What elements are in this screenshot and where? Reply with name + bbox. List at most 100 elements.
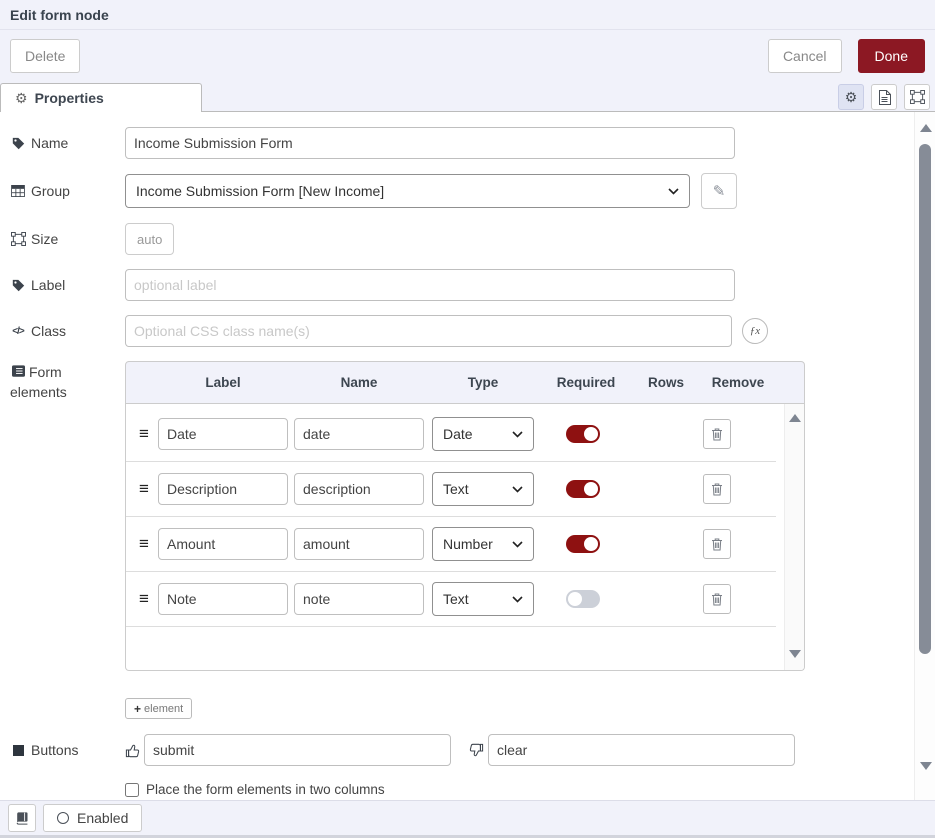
pencil-icon: ✎	[713, 182, 726, 200]
form-elements-label: Form elements	[10, 361, 125, 402]
two-columns-row: Place the form elements in two columns	[125, 782, 905, 797]
required-toggle[interactable]	[566, 425, 600, 443]
scroll-up-icon[interactable]	[920, 124, 932, 132]
form-element-row: ≡ Number	[126, 517, 776, 572]
form-elements-table: Label Name Type Required Rows Remove ≡ D…	[125, 361, 805, 671]
trash-icon	[711, 537, 723, 551]
description-icon-button[interactable]	[871, 84, 897, 110]
class-input[interactable]	[125, 315, 732, 347]
edit-form-node-dialog: Edit form node Delete Cancel Done ⚙ Prop…	[0, 0, 935, 838]
delete-element-button[interactable]	[703, 419, 731, 449]
drag-handle-icon[interactable]: ≡	[134, 424, 154, 444]
book-icon	[15, 811, 29, 825]
toggle-knob	[584, 427, 598, 441]
element-type-select[interactable]: Text	[432, 582, 534, 616]
column-header-name: Name	[294, 375, 424, 390]
drag-handle-icon[interactable]: ≡	[134, 479, 154, 499]
enabled-label: Enabled	[77, 810, 128, 826]
tag-icon	[10, 137, 26, 150]
group-row: Group Income Submission Form [New Income…	[10, 173, 905, 209]
chevron-down-icon	[512, 431, 523, 438]
properties-icon-button[interactable]: ⚙	[838, 84, 864, 110]
element-type-value: Number	[443, 536, 512, 552]
panel-scrollbar[interactable]	[914, 112, 935, 800]
chevron-down-icon	[668, 188, 679, 195]
edit-group-button[interactable]: ✎	[701, 173, 737, 209]
required-toggle[interactable]	[566, 535, 600, 553]
add-element-button[interactable]: + element	[125, 698, 192, 719]
dialog-footer: Enabled	[0, 800, 935, 835]
clear-group	[469, 734, 795, 766]
list-alt-icon	[10, 365, 26, 377]
size-label: Size	[10, 231, 125, 247]
submit-button-label-input[interactable]	[144, 734, 451, 766]
tab-icon-buttons: ⚙	[838, 84, 930, 110]
scrollbar-thumb[interactable]	[919, 144, 931, 654]
drag-handle-icon[interactable]: ≡	[134, 589, 154, 609]
delete-element-button[interactable]	[703, 474, 731, 504]
label-row: Label	[10, 269, 905, 301]
node-info-button[interactable]	[8, 804, 36, 832]
form-elements-table-header: Label Name Type Required Rows Remove	[125, 361, 805, 404]
element-type-select[interactable]: Text	[432, 472, 534, 506]
element-name-input[interactable]	[294, 418, 424, 450]
form-element-row: ≡ Text	[126, 462, 776, 517]
form-element-row: ≡ Date	[126, 407, 776, 462]
element-label-input[interactable]	[158, 583, 288, 615]
circle-icon	[57, 812, 69, 824]
class-label: </> Class	[10, 323, 125, 339]
element-label-input[interactable]	[158, 418, 288, 450]
chevron-down-icon	[512, 486, 523, 493]
form-elements-row: Form elements Label Name Type Required R…	[10, 361, 905, 671]
cancel-button[interactable]: Cancel	[768, 39, 842, 73]
properties-panel: Name Group Income Submission Form [New I…	[0, 112, 935, 800]
size-button[interactable]: auto	[125, 223, 174, 255]
scroll-down-icon[interactable]	[789, 650, 801, 658]
drag-handle-icon[interactable]: ≡	[134, 534, 154, 554]
form-elements-scrollbar[interactable]	[784, 404, 804, 670]
delete-button[interactable]: Delete	[10, 39, 80, 73]
gear-icon: ⚙	[845, 90, 858, 104]
gear-icon: ⚙	[15, 91, 28, 105]
done-button[interactable]: Done	[858, 39, 925, 73]
appearance-icon-button[interactable]	[904, 84, 930, 110]
tab-properties[interactable]: ⚙ Properties	[0, 83, 202, 112]
group-select[interactable]: Income Submission Form [New Income]	[125, 174, 690, 208]
editor-tab-bar: ⚙ Properties ⚙	[0, 82, 935, 112]
scroll-down-icon[interactable]	[920, 762, 932, 770]
element-name-input[interactable]	[294, 583, 424, 615]
required-toggle[interactable]	[566, 590, 600, 608]
column-header-required: Required	[542, 375, 630, 390]
element-name-input[interactable]	[294, 528, 424, 560]
chevron-down-icon	[512, 541, 523, 548]
thumbs-down-icon	[469, 743, 484, 758]
element-label-input[interactable]	[158, 528, 288, 560]
label-input[interactable]	[125, 269, 735, 301]
class-row: </> Class ƒx	[10, 315, 905, 347]
two-columns-checkbox[interactable]	[125, 783, 139, 797]
tab-properties-label: Properties	[35, 90, 104, 106]
label-label: Label	[10, 277, 125, 293]
expression-icon-button[interactable]: ƒx	[742, 318, 768, 344]
group-select-value: Income Submission Form [New Income]	[136, 183, 668, 199]
trash-icon	[711, 482, 723, 496]
chevron-down-icon	[512, 596, 523, 603]
element-name-input[interactable]	[294, 473, 424, 505]
delete-element-button[interactable]	[703, 529, 731, 559]
clear-button-label-input[interactable]	[488, 734, 795, 766]
element-type-select[interactable]: Number	[432, 527, 534, 561]
node-enabled-toggle-button[interactable]: Enabled	[43, 804, 142, 832]
object-group-icon	[10, 232, 26, 246]
delete-element-button[interactable]	[703, 584, 731, 614]
toggle-knob	[584, 537, 598, 551]
required-toggle[interactable]	[566, 480, 600, 498]
element-type-value: Text	[443, 591, 512, 607]
name-input[interactable]	[125, 127, 735, 159]
scroll-up-icon[interactable]	[789, 414, 801, 422]
element-label-input[interactable]	[158, 473, 288, 505]
column-header-rows: Rows	[636, 375, 696, 390]
size-row: Size auto	[10, 223, 905, 255]
group-label: Group	[10, 183, 125, 199]
document-icon	[878, 90, 891, 105]
element-type-select[interactable]: Date	[432, 417, 534, 451]
